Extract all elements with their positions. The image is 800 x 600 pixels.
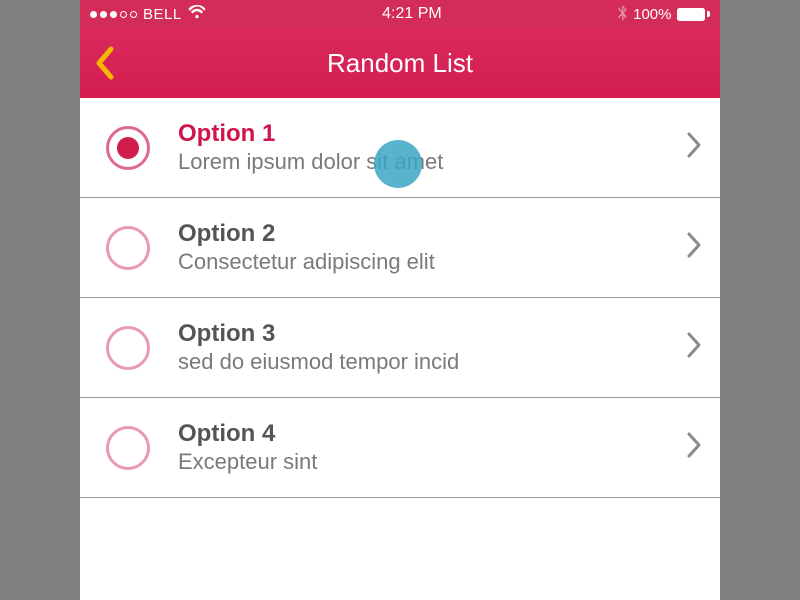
carrier-label: BELL	[143, 6, 182, 23]
option-subtitle: Lorem ipsum dolor sit amet	[178, 148, 686, 176]
option-title: Option 4	[178, 420, 686, 448]
option-subtitle: Excepteur sint	[178, 448, 686, 476]
page-title: Random List	[80, 48, 720, 79]
radio-icon[interactable]	[106, 226, 150, 270]
radio-icon[interactable]	[106, 426, 150, 470]
bluetooth-icon	[618, 5, 627, 24]
chevron-right-icon	[686, 131, 702, 164]
signal-dots-icon	[90, 11, 137, 18]
option-subtitle: Consectetur adipiscing elit	[178, 248, 686, 276]
radio-icon[interactable]	[106, 326, 150, 370]
chevron-right-icon	[686, 231, 702, 264]
option-row-2[interactable]: Option 2Consectetur adipiscing elit	[80, 198, 720, 298]
back-button[interactable]	[80, 28, 130, 98]
option-subtitle: sed do eiusmod tempor incid	[178, 348, 686, 376]
wifi-icon	[188, 5, 206, 24]
option-title: Option 1	[178, 120, 686, 148]
option-row-1[interactable]: Option 1Lorem ipsum dolor sit amet	[80, 98, 720, 198]
battery-pct: 100%	[633, 6, 671, 23]
battery-icon	[677, 8, 710, 21]
chevron-left-icon	[95, 46, 115, 80]
clock: 4:21 PM	[382, 5, 442, 23]
chevron-right-icon	[686, 331, 702, 364]
status-bar: BELL 4:21 PM 100%	[80, 0, 720, 28]
option-row-4[interactable]: Option 4Excepteur sint	[80, 398, 720, 498]
options-list: Option 1Lorem ipsum dolor sit ametOption…	[80, 98, 720, 600]
option-title: Option 3	[178, 320, 686, 348]
radio-icon[interactable]	[106, 126, 150, 170]
option-row-3[interactable]: Option 3sed do eiusmod tempor incid	[80, 298, 720, 398]
option-title: Option 2	[178, 220, 686, 248]
nav-bar: Random List	[80, 28, 720, 98]
chevron-right-icon	[686, 431, 702, 464]
